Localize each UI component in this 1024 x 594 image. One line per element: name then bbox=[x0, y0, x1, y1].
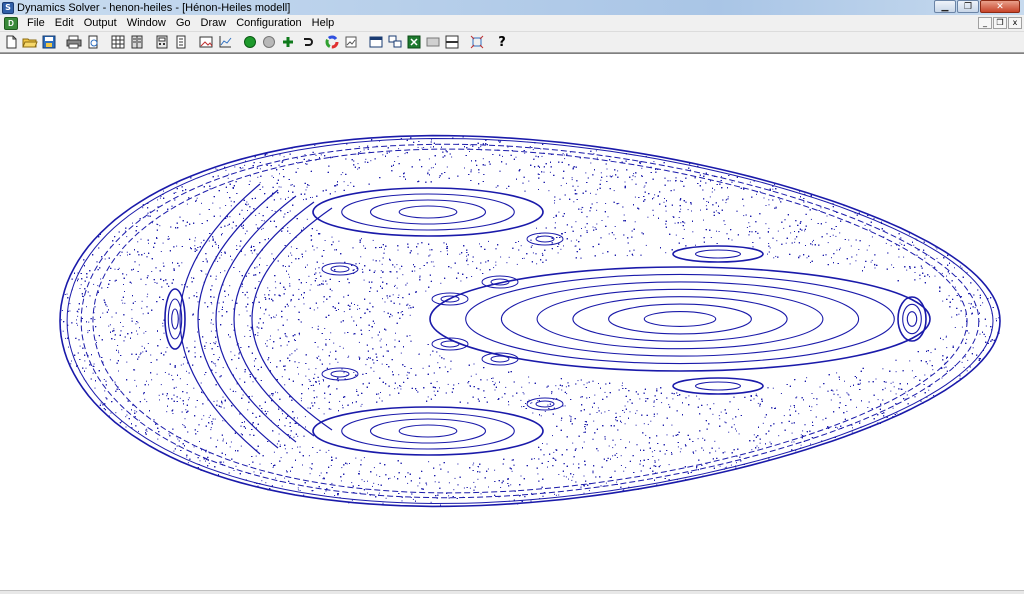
crescent-orbit bbox=[251, 207, 333, 431]
menu-help[interactable]: Help bbox=[307, 15, 340, 32]
toolbar: ? bbox=[0, 32, 1024, 53]
close-button[interactable]: ✕ bbox=[980, 0, 1020, 13]
satellite-island bbox=[535, 235, 555, 243]
island-orbit-ring bbox=[500, 281, 860, 357]
satellite-island bbox=[490, 355, 510, 363]
excel-icon[interactable] bbox=[406, 34, 422, 50]
island-orbit-ring bbox=[694, 249, 742, 259]
single-window-icon[interactable] bbox=[368, 34, 384, 50]
island-orbit-ring bbox=[643, 311, 717, 327]
satellite-island bbox=[526, 232, 564, 246]
satellite-island bbox=[440, 340, 460, 348]
crescent-orbit bbox=[197, 189, 279, 449]
crescent-orbit bbox=[215, 195, 297, 443]
maximize-button[interactable]: ❐ bbox=[957, 0, 979, 13]
island-orbit-ring bbox=[906, 311, 918, 327]
island-orbit-ring bbox=[398, 205, 458, 219]
doc-minimize-button[interactable]: _ bbox=[978, 17, 992, 29]
panel-icon[interactable] bbox=[425, 34, 441, 50]
plot-canvas[interactable] bbox=[0, 53, 1024, 594]
island-orbit-ring bbox=[312, 187, 544, 237]
menu-output[interactable]: Output bbox=[79, 15, 122, 32]
save-icon[interactable] bbox=[41, 34, 57, 50]
open-folder-icon[interactable] bbox=[22, 34, 38, 50]
minimize-button[interactable]: ▁ bbox=[934, 0, 956, 13]
satellite-island bbox=[321, 367, 359, 381]
help-button[interactable]: ? bbox=[494, 35, 510, 50]
satellite-island bbox=[481, 275, 519, 289]
run-gray-icon[interactable] bbox=[261, 34, 277, 50]
menu-file[interactable]: File bbox=[22, 15, 50, 32]
island-orbit-ring bbox=[536, 288, 824, 350]
boundary-orbit bbox=[66, 137, 994, 505]
poincare-section-plot bbox=[59, 134, 1001, 508]
island-orbit-ring bbox=[429, 266, 931, 372]
crescent-orbit bbox=[179, 183, 261, 455]
doc-close-button[interactable]: x bbox=[1008, 17, 1022, 29]
calculator-icon[interactable] bbox=[154, 34, 170, 50]
island-orbit-ring bbox=[369, 199, 487, 225]
bottom-edge bbox=[0, 590, 1024, 594]
print-preview-icon[interactable] bbox=[85, 34, 101, 50]
book-icon[interactable] bbox=[129, 34, 145, 50]
menu-go[interactable]: Go bbox=[171, 15, 196, 32]
island-orbit-ring bbox=[341, 412, 515, 450]
island-orbit-ring bbox=[465, 273, 895, 365]
crescent-orbit bbox=[233, 201, 315, 437]
document-icon[interactable] bbox=[173, 34, 189, 50]
window-controls: ▁ ❐ ✕ bbox=[933, 0, 1020, 14]
tile-windows-icon[interactable] bbox=[387, 34, 403, 50]
island-orbit-ring bbox=[672, 377, 764, 395]
satellite-island bbox=[330, 265, 350, 273]
document-window-icon[interactable]: D bbox=[4, 16, 18, 30]
island-orbit-ring bbox=[672, 245, 764, 263]
boundary-orbit bbox=[59, 134, 1001, 508]
doc-restore-button[interactable]: ❐ bbox=[993, 17, 1007, 29]
menu-configuration[interactable]: Configuration bbox=[231, 15, 306, 32]
satellite-island bbox=[321, 262, 359, 276]
island-orbit-ring bbox=[694, 381, 742, 391]
island-orbit-ring bbox=[341, 193, 515, 231]
satellite-island bbox=[330, 370, 350, 378]
island-orbit-ring bbox=[312, 406, 544, 456]
island-orbit-ring bbox=[171, 308, 179, 330]
satellite-island bbox=[535, 400, 555, 408]
zoom-fit-icon[interactable] bbox=[469, 34, 485, 50]
document-window-controls: _ ❐ x bbox=[977, 17, 1022, 29]
menu-window[interactable]: Window bbox=[122, 15, 171, 32]
satellite-island bbox=[526, 397, 564, 411]
menu-draw[interactable]: Draw bbox=[196, 15, 232, 32]
print-icon[interactable] bbox=[66, 34, 82, 50]
island-orbit-ring bbox=[902, 303, 922, 335]
add-plus-icon[interactable] bbox=[280, 34, 296, 50]
new-file-icon[interactable] bbox=[3, 34, 19, 50]
split-icon[interactable] bbox=[444, 34, 460, 50]
island-orbit-ring bbox=[608, 303, 752, 335]
menu-edit[interactable]: Edit bbox=[50, 15, 79, 32]
picture-icon[interactable] bbox=[198, 34, 214, 50]
color-wheel-icon[interactable] bbox=[324, 34, 340, 50]
graph-settings-icon[interactable] bbox=[343, 34, 359, 50]
island-orbit-ring bbox=[572, 296, 788, 342]
table-icon[interactable] bbox=[110, 34, 126, 50]
menu-bar: D File Edit Output Window Go Draw Config… bbox=[0, 15, 1024, 32]
window-title: Dynamics Solver - henon-heiles - [Hénon-… bbox=[17, 1, 291, 14]
island-orbit-ring bbox=[369, 418, 487, 444]
app-icon[interactable]: S bbox=[2, 1, 14, 14]
plot-axes-icon[interactable] bbox=[217, 34, 233, 50]
undo-icon[interactable] bbox=[299, 34, 315, 50]
run-green-icon[interactable] bbox=[242, 34, 258, 50]
title-bar: S Dynamics Solver - henon-heiles - [Héno… bbox=[0, 0, 1024, 15]
island-orbit-ring bbox=[398, 424, 458, 438]
